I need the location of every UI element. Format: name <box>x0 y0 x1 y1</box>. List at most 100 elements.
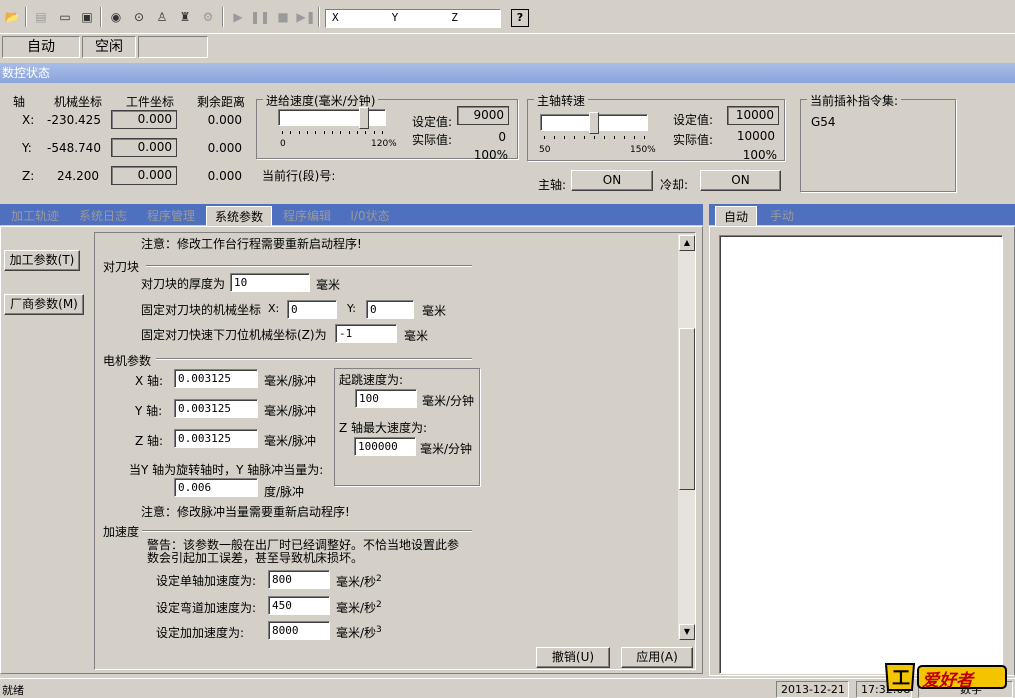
zmax-label: Z 轴最大速度为: <box>339 421 428 435</box>
rotary-field[interactable]: 0.006 <box>174 478 258 497</box>
motor-y-unit: 毫米/脉冲 <box>264 404 317 418</box>
motor-x-field[interactable]: 0.003125 <box>174 369 258 388</box>
jump-speed-unit: 毫米/分钟 <box>422 394 475 408</box>
curve-accel-unit-text: 毫米/秒 <box>336 601 377 615</box>
slider-tick <box>554 136 555 139</box>
tool-block-divider <box>146 265 472 267</box>
feed-percent: 100% <box>473 148 508 162</box>
stop-icon[interactable]: ■ <box>273 7 293 27</box>
spindle-slider-thumb[interactable] <box>589 112 599 134</box>
feed-slider-thumb[interactable] <box>359 107 369 129</box>
step-icon[interactable]: ▶❚ <box>296 7 316 27</box>
tab-io-status[interactable]: I/0状态 <box>342 206 398 226</box>
fast-down-field[interactable]: -1 <box>335 324 397 343</box>
work-coord-x: 0.000 <box>111 110 177 129</box>
tab-system-params[interactable]: 系统参数 <box>206 206 272 226</box>
jump-speed-field[interactable]: 100 <box>355 389 417 408</box>
single-accel-label: 设定单轴加速度为: <box>156 574 257 588</box>
single-accel-unit-text: 毫米/秒 <box>336 575 377 589</box>
probe-icon[interactable]: ⊙ <box>129 7 149 27</box>
pause-icon[interactable]: ❚❚ <box>250 7 270 27</box>
feed-min-label: 0 <box>280 139 286 149</box>
vendor-params-button[interactable]: 厂商参数(M) <box>4 294 84 315</box>
motor-x-unit: 毫米/脉冲 <box>264 374 317 388</box>
motor-title: 电机参数 <box>103 354 152 368</box>
work-coord-z: 0.000 <box>111 166 177 185</box>
current-line-label: 当前行(段)号: <box>262 169 336 183</box>
notice-pulse: 注意：修改脉冲当量需要重新启动程序! <box>141 505 350 519</box>
scroll-up-icon[interactable]: ▲ <box>679 235 695 251</box>
slider-tick <box>644 136 645 139</box>
toolbar-separator <box>25 7 27 27</box>
remaining-header: 剩余距离 <box>197 95 246 109</box>
slider-tick <box>604 136 605 139</box>
slider-tick <box>594 136 595 139</box>
scroll-thumb[interactable] <box>679 328 695 490</box>
apply-button[interactable]: 应用(A) <box>621 647 693 668</box>
tab-system-log[interactable]: 系统日志 <box>70 206 136 226</box>
slider-tick <box>365 131 366 134</box>
slider-tick <box>349 131 350 134</box>
spindle-on-button[interactable]: ON <box>571 170 653 191</box>
jerk-field[interactable]: 8000 <box>268 621 330 640</box>
curve-accel-field[interactable]: 450 <box>268 596 330 615</box>
sensor-icon[interactable]: ◉ <box>106 7 126 27</box>
slider-tick <box>282 131 283 134</box>
slider-tick <box>340 131 341 134</box>
tool-block-title: 对刀块 <box>103 260 140 274</box>
spindle-icon[interactable]: ♙ <box>152 7 172 27</box>
slider-tick <box>382 131 383 134</box>
fixed-x-field[interactable]: 0 <box>287 300 337 319</box>
slider-tick <box>574 136 575 139</box>
feed-set-value: 9000 <box>457 106 509 125</box>
tab-toolpath[interactable]: 加工轨迹 <box>2 206 68 226</box>
motor-y-field[interactable]: 0.003125 <box>174 399 258 418</box>
watermark-text: 爱好者 <box>922 671 973 691</box>
machine-coord-x: -230.425 <box>47 113 101 127</box>
feed-slider-track[interactable] <box>278 109 386 126</box>
rotary-unit: 度/脉冲 <box>264 485 305 499</box>
jerk-label: 设定加加速度为: <box>156 626 245 640</box>
right-tabs: 自动 手动 <box>709 206 1015 226</box>
zmax-field[interactable]: 100000 <box>354 437 416 456</box>
curve-accel-sup: 2 <box>376 600 382 610</box>
scroll-down-icon[interactable]: ▼ <box>679 624 695 640</box>
thickness-label: 对刀块的厚度为 <box>141 277 226 291</box>
fixed-coord-label: 固定对刀块的机械坐标 <box>141 303 262 317</box>
open-icon[interactable]: 📂 <box>2 7 22 27</box>
tab-program-edit[interactable]: 程序编辑 <box>274 206 340 226</box>
cnc-status-title: 数控状态 <box>0 63 1015 83</box>
slider-tick <box>374 131 375 134</box>
tab-auto[interactable]: 自动 <box>715 206 757 226</box>
undo-button[interactable]: 撤销(U) <box>536 647 610 668</box>
new-program-icon[interactable]: ▤ <box>31 7 51 27</box>
single-accel-field[interactable]: 800 <box>268 570 330 589</box>
tool-icon[interactable]: ⚙ <box>198 7 218 27</box>
motor-z-field[interactable]: 0.003125 <box>174 429 258 448</box>
feed-actual-value: 0 <box>498 130 506 144</box>
motor-y-label: Y 轴: <box>135 404 163 418</box>
status-ready: 就绪 <box>2 684 24 697</box>
spindle-min-label: 50 <box>539 145 551 155</box>
spindle-group-title: 主轴转速 <box>534 92 589 109</box>
status-bar: 就绪 2013-12-21 17:32:08 数字 <box>0 678 1015 698</box>
axis-label-z: Z: <box>22 169 35 183</box>
help-icon[interactable]: ? <box>511 9 529 27</box>
curve-accel-label: 设定弯道加速度为: <box>156 601 257 615</box>
tab-manual[interactable]: 手动 <box>761 206 803 226</box>
coolant-on-button[interactable]: ON <box>700 170 781 191</box>
tab-program-manager[interactable]: 程序管理 <box>138 206 204 226</box>
motor-z-label: Z 轴: <box>135 434 164 448</box>
accel-warning-2: 数会引起加工误差，甚至导致机床损坏。 <box>147 551 364 565</box>
run-icon[interactable]: ▶ <box>228 7 248 27</box>
fixed-y-field[interactable]: 0 <box>366 300 414 319</box>
window-icon[interactable]: ▭ <box>55 7 75 27</box>
process-params-button[interactable]: 加工参数(T) <box>4 250 80 271</box>
thickness-field[interactable]: 10 <box>230 273 310 292</box>
machine-coord-header: 机械坐标 <box>54 95 103 109</box>
machine-coord-y: -548.740 <box>47 141 101 155</box>
motor-divider <box>156 358 472 360</box>
fixed-y-label: Y: <box>347 302 356 315</box>
program-view-icon[interactable]: ▣ <box>77 7 97 27</box>
coolant-icon[interactable]: ♜ <box>175 7 195 27</box>
